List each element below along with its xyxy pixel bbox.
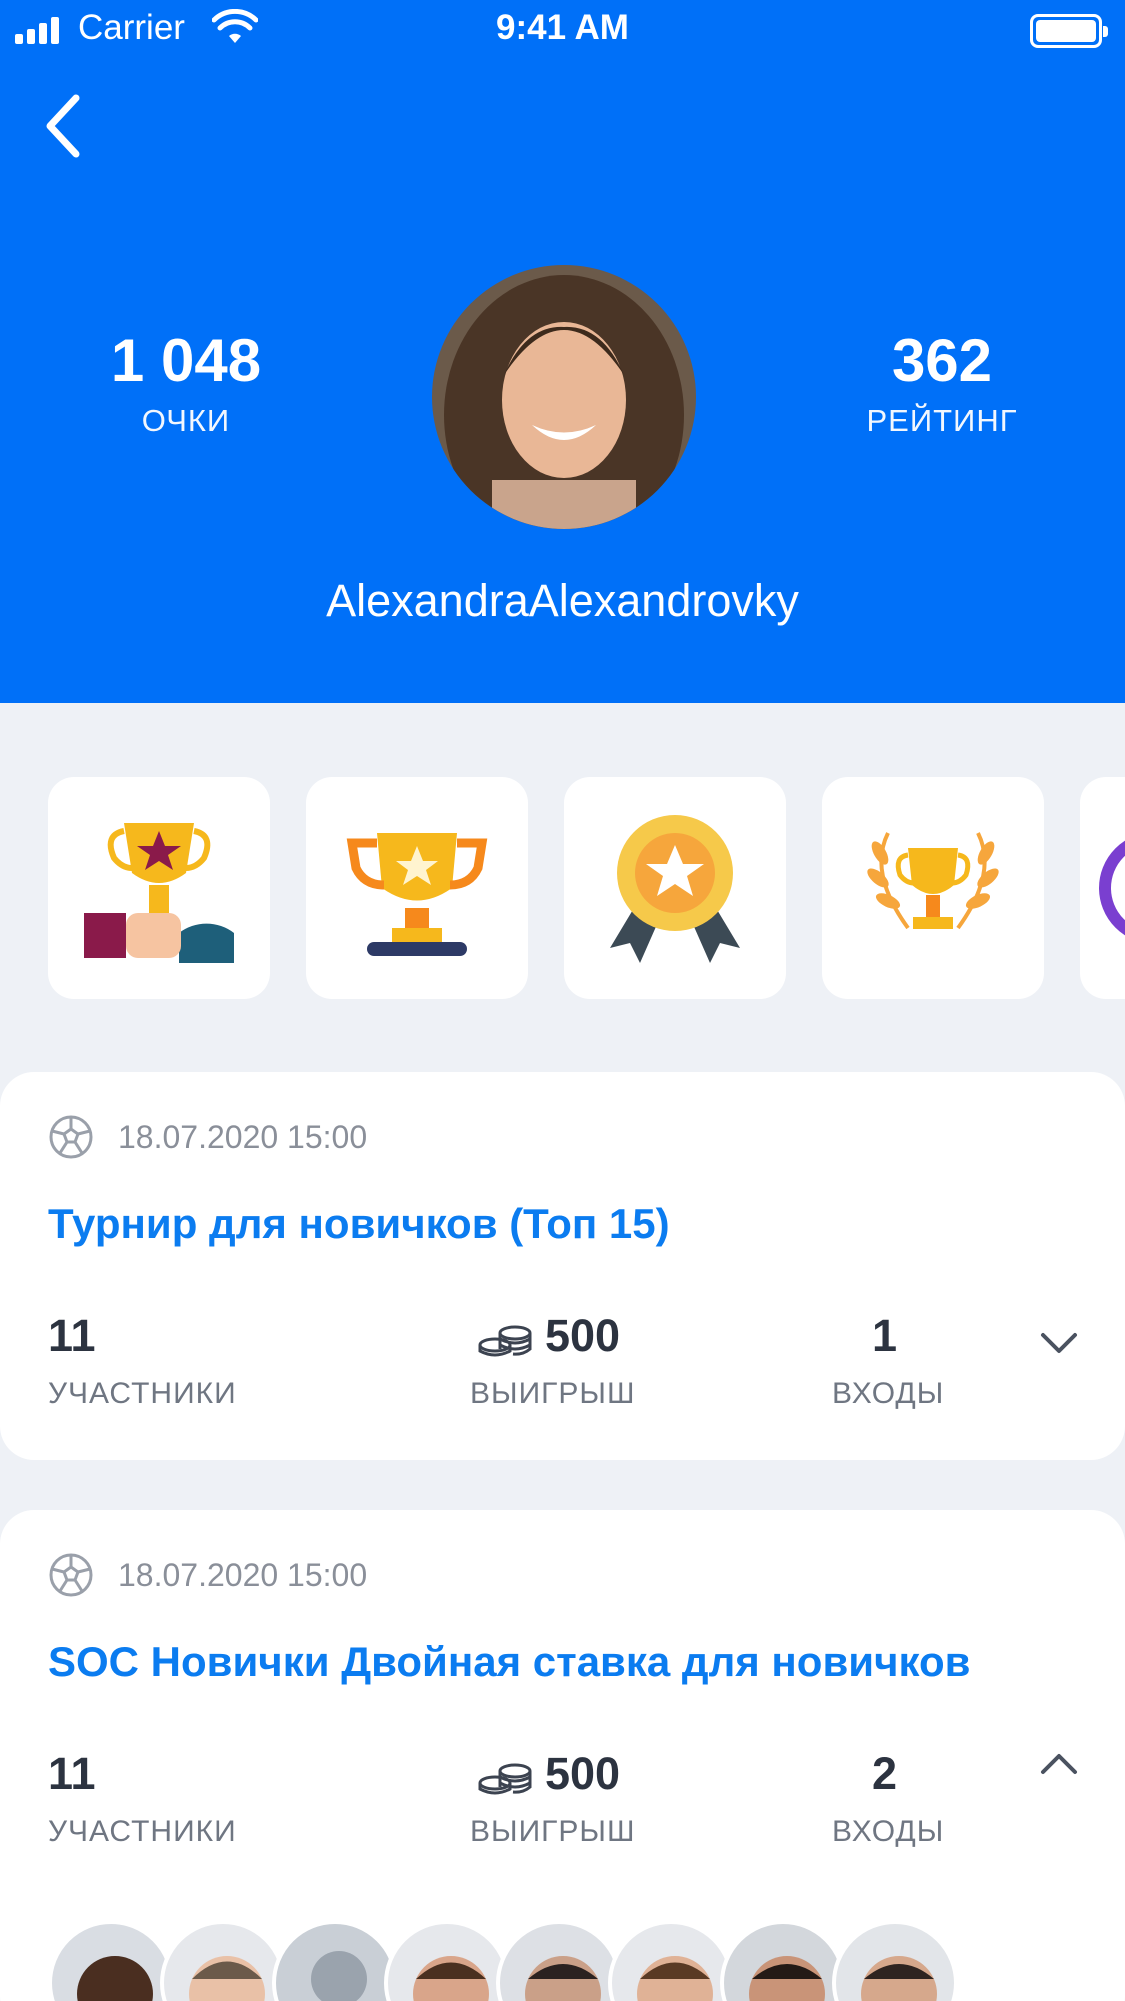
participants-label: УЧАСТНИКИ bbox=[48, 1815, 237, 1848]
prize-value: 500 bbox=[545, 1310, 621, 1361]
status-bar: Carrier 9:41 AM bbox=[0, 0, 1125, 60]
trophy-hand-icon bbox=[84, 823, 234, 963]
achievement-card[interactable] bbox=[306, 777, 528, 999]
entries-value: 1 bbox=[872, 1310, 898, 1361]
player-avatar[interactable] bbox=[384, 1920, 510, 2001]
points-stat: 1 048 ОЧКИ bbox=[46, 325, 326, 439]
rating-value: 362 bbox=[891, 327, 993, 394]
player-avatar[interactable] bbox=[720, 1920, 846, 2001]
participants-value: 11 bbox=[48, 1748, 96, 1799]
entries-label: ВХОДЫ bbox=[832, 1377, 945, 1410]
tournament-card[interactable]: 18.07.2020 15:00 SOC Новички Двойная ста… bbox=[0, 1510, 1125, 2001]
player-avatar[interactable] bbox=[160, 1920, 286, 2001]
avatar[interactable] bbox=[432, 265, 696, 529]
entries-label: ВХОДЫ bbox=[832, 1815, 945, 1848]
username: AlexandraAlexandrovky bbox=[326, 575, 799, 626]
chevron-up-icon[interactable] bbox=[1039, 1750, 1079, 1780]
points-label: ОЧКИ bbox=[141, 403, 231, 438]
trophy-star-icon bbox=[346, 833, 488, 956]
coins-icon bbox=[478, 1325, 532, 1357]
player-avatar[interactable] bbox=[608, 1920, 734, 2001]
points-value: 1 048 bbox=[110, 327, 262, 394]
tournament-title[interactable]: SOC Новички Двойная ставка для новичков bbox=[48, 1638, 970, 1686]
profile-header: Carrier 9:41 AM 1 048 ОЧКИ 362 РЕЙТИНГ A… bbox=[0, 0, 1125, 703]
trophy-laurel-icon bbox=[867, 832, 999, 930]
tournament-date-row: 18.07.2020 15:00 bbox=[48, 1552, 367, 1598]
player-avatar[interactable] bbox=[272, 1920, 398, 2001]
participants-value: 11 bbox=[48, 1310, 96, 1361]
soccer-ball-icon bbox=[49, 1553, 93, 1597]
participants-label: УЧАСТНИКИ bbox=[48, 1377, 237, 1410]
tournament-card[interactable]: 18.07.2020 15:00 Турнир для новичков (То… bbox=[0, 1072, 1125, 1460]
coins-icon bbox=[478, 1763, 532, 1795]
back-button[interactable] bbox=[40, 90, 100, 165]
prize-label: ВЫИГРЫШ bbox=[470, 1377, 636, 1410]
badge-partial-icon bbox=[1099, 840, 1125, 936]
player-avatar[interactable] bbox=[48, 1920, 174, 2001]
chevron-left-icon bbox=[46, 94, 80, 158]
achievement-card[interactable] bbox=[822, 777, 1044, 999]
achievements-row bbox=[48, 777, 1044, 999]
participants-avatars bbox=[48, 1920, 958, 2001]
medal-star-icon bbox=[610, 815, 740, 963]
rating-label: РЕЙТИНГ bbox=[866, 403, 1018, 438]
soccer-ball-icon bbox=[49, 1115, 93, 1159]
avatar-photo bbox=[432, 265, 696, 529]
achievement-card[interactable] bbox=[1080, 777, 1125, 999]
rating-stat: 362 РЕЙТИНГ bbox=[802, 325, 1082, 439]
tournament-date: 18.07.2020 15:00 bbox=[118, 1556, 368, 1593]
achievement-card[interactable] bbox=[564, 777, 786, 999]
prize-value: 500 bbox=[545, 1748, 621, 1799]
prize-label: ВЫИГРЫШ bbox=[470, 1815, 636, 1848]
achievement-card[interactable] bbox=[48, 777, 270, 999]
chevron-down-icon[interactable] bbox=[1039, 1327, 1079, 1357]
tournament-date: 18.07.2020 15:00 bbox=[118, 1118, 368, 1155]
player-avatar[interactable] bbox=[496, 1920, 622, 2001]
entries-value: 2 bbox=[872, 1748, 898, 1799]
player-avatar[interactable] bbox=[832, 1920, 958, 2001]
tournament-title[interactable]: Турнир для новичков (Топ 15) bbox=[48, 1200, 670, 1248]
tournament-date-row: 18.07.2020 15:00 bbox=[48, 1114, 367, 1160]
battery-icon bbox=[1030, 14, 1108, 48]
status-time: 9:41 AM bbox=[496, 8, 629, 47]
